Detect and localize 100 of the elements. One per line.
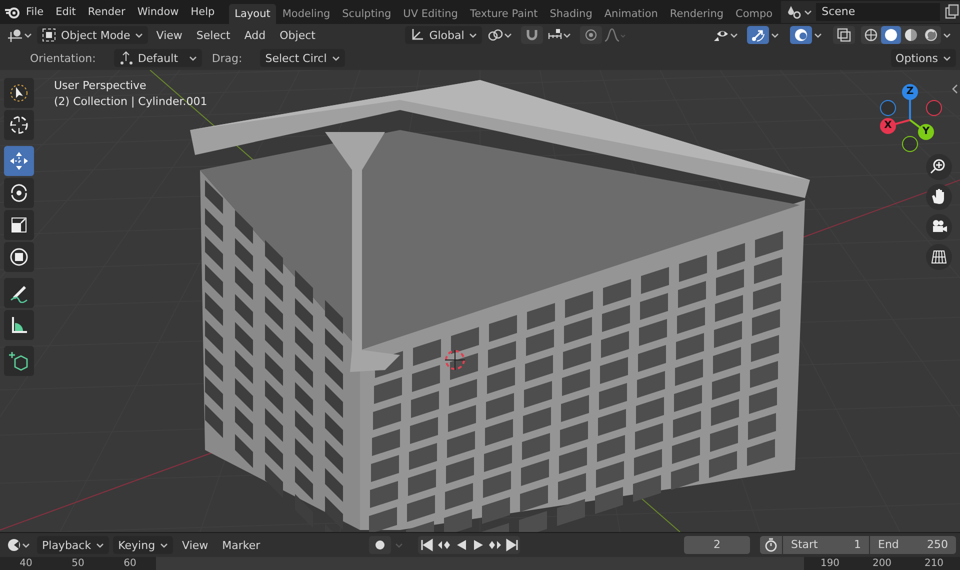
axis-handle[interactable]: Z	[902, 84, 918, 100]
workspace-tab[interactable]: Modeling	[276, 4, 336, 24]
falloff-curve-icon[interactable]	[604, 28, 626, 42]
dropdown-value: Default	[138, 52, 180, 64]
3d-cursor-icon[interactable]	[444, 350, 466, 370]
ring-icon	[584, 28, 598, 42]
add-cube-tool-button[interactable]	[4, 346, 34, 376]
scale-tool-button[interactable]	[4, 210, 34, 240]
caret-icon[interactable]	[814, 32, 824, 38]
dropdown-value: Playback	[42, 538, 92, 552]
sphere-icon	[864, 28, 878, 42]
menu-item[interactable]: Render	[82, 6, 132, 18]
workspace-tab[interactable]: Animation	[598, 4, 664, 24]
menu-item[interactable]: View	[150, 28, 188, 42]
menu-item[interactable]: Help	[184, 6, 221, 18]
caret-icon	[804, 8, 812, 16]
field-label: Drag:	[212, 52, 242, 64]
proportional-editing-toggle[interactable]	[580, 26, 602, 44]
menu-dropdown[interactable]: Keying	[113, 536, 174, 554]
axes-globe-icon	[7, 28, 23, 42]
menu-item[interactable]: Object	[274, 28, 322, 42]
tool-icon	[9, 247, 29, 267]
annotate-tool-button[interactable]	[4, 278, 34, 308]
pan-button[interactable]	[926, 184, 952, 210]
auto-keying-toggle[interactable]	[369, 536, 391, 554]
workspace-tab[interactable]: Compo	[730, 4, 779, 24]
menu-item[interactable]: Marker	[217, 538, 266, 552]
current-frame-field[interactable]: 2	[684, 536, 750, 554]
preview-range-toggle[interactable]	[760, 536, 782, 554]
pivot-icon	[487, 28, 504, 42]
transform-tool-button[interactable]	[4, 242, 34, 272]
workspace-tab[interactable]: UV Editing	[397, 4, 464, 24]
snap-toggle[interactable]	[521, 26, 544, 44]
3d-viewport[interactable]: User Perspective (2) Collection | Cylinder.001 Z X Y	[0, 70, 960, 532]
negative-axis-handle[interactable]	[902, 136, 918, 152]
mode-label: Object Mode	[61, 28, 130, 42]
frame-number: 60	[122, 557, 138, 570]
options-dropdown[interactable]: Options	[890, 49, 956, 67]
move-tool-button[interactable]	[4, 146, 34, 176]
caret-icon	[332, 54, 340, 62]
pivot-axes-icon	[118, 51, 133, 65]
menu-dropdown[interactable]: Playback	[37, 536, 110, 554]
orientation-dropdown[interactable]: Default	[114, 49, 202, 67]
workspace-tab[interactable]: Texture Paint	[464, 4, 544, 24]
xray-toggle[interactable]	[833, 26, 855, 44]
negative-axis-handle[interactable]	[926, 100, 942, 116]
scene-name-field[interactable]: Scene	[816, 3, 940, 21]
start-frame-field[interactable]: Start 1	[783, 536, 869, 554]
sphere-icon	[884, 28, 898, 42]
orientation-dropdown[interactable]: Global	[405, 26, 482, 44]
object-mode-icon	[42, 28, 56, 42]
tool-icon	[9, 151, 29, 171]
caret-icon	[96, 542, 104, 548]
workspace-tab[interactable]: Sculpting	[336, 4, 398, 24]
frame-number: 50	[70, 557, 86, 570]
workspace-tab[interactable]: Rendering	[664, 4, 730, 24]
menu-item[interactable]: Window	[131, 6, 185, 18]
cursor-tool-button[interactable]	[4, 110, 34, 140]
menu-item[interactable]: Edit	[50, 6, 82, 18]
menu-item[interactable]: Select	[190, 28, 236, 42]
jump-to-start-icon	[420, 538, 434, 552]
dropdown-value: Keying	[118, 538, 156, 552]
blender-logo-icon[interactable]	[4, 5, 20, 19]
workspace-tab[interactable]: Layout	[228, 4, 276, 24]
axis-handle[interactable]: Y	[918, 124, 934, 140]
workspace-tab[interactable]: Shading	[544, 4, 598, 24]
menu-item[interactable]: Add	[238, 28, 272, 42]
tool-icon	[9, 115, 29, 135]
new-scene-icon[interactable]	[944, 4, 960, 20]
dropdown-value: Select Circl	[265, 52, 327, 64]
sphere-icon	[904, 28, 918, 42]
overlay-toggle[interactable]	[790, 26, 812, 44]
menu-item[interactable]: File	[20, 6, 50, 18]
zoom-button[interactable]	[926, 154, 952, 180]
tool-icon	[9, 315, 29, 335]
select-tool-button[interactable]	[4, 78, 34, 108]
caret-icon	[24, 32, 32, 38]
mode-dropdown[interactable]: Object Mode	[37, 26, 148, 44]
chevron-left-icon[interactable]	[952, 84, 958, 94]
snap-increment-icon	[548, 28, 562, 42]
caret-icon	[730, 32, 738, 38]
axis-handle[interactable]: X	[880, 118, 896, 134]
menu-item[interactable]: View	[177, 538, 214, 552]
camera-view-button[interactable]	[926, 214, 952, 240]
field-label: Start	[791, 537, 818, 553]
caret-icon	[504, 32, 512, 38]
drag-dropdown[interactable]: Select Circl	[260, 49, 345, 67]
rotate-tool-button[interactable]	[4, 178, 34, 208]
tool-icon	[9, 83, 29, 103]
measure-tool-button[interactable]	[4, 310, 34, 340]
shading-mode-button[interactable]	[881, 26, 901, 44]
caret-icon[interactable]	[943, 32, 953, 38]
perspective-toggle-button[interactable]	[926, 244, 952, 270]
caret-icon	[160, 542, 168, 548]
gizmo-toggle[interactable]	[747, 26, 769, 44]
end-frame-field[interactable]: End 250	[870, 536, 956, 554]
eye-pointer-icon	[713, 28, 729, 42]
frame-number: 200	[871, 557, 893, 570]
caret-icon[interactable]	[771, 32, 781, 38]
negative-axis-handle[interactable]	[880, 100, 896, 116]
